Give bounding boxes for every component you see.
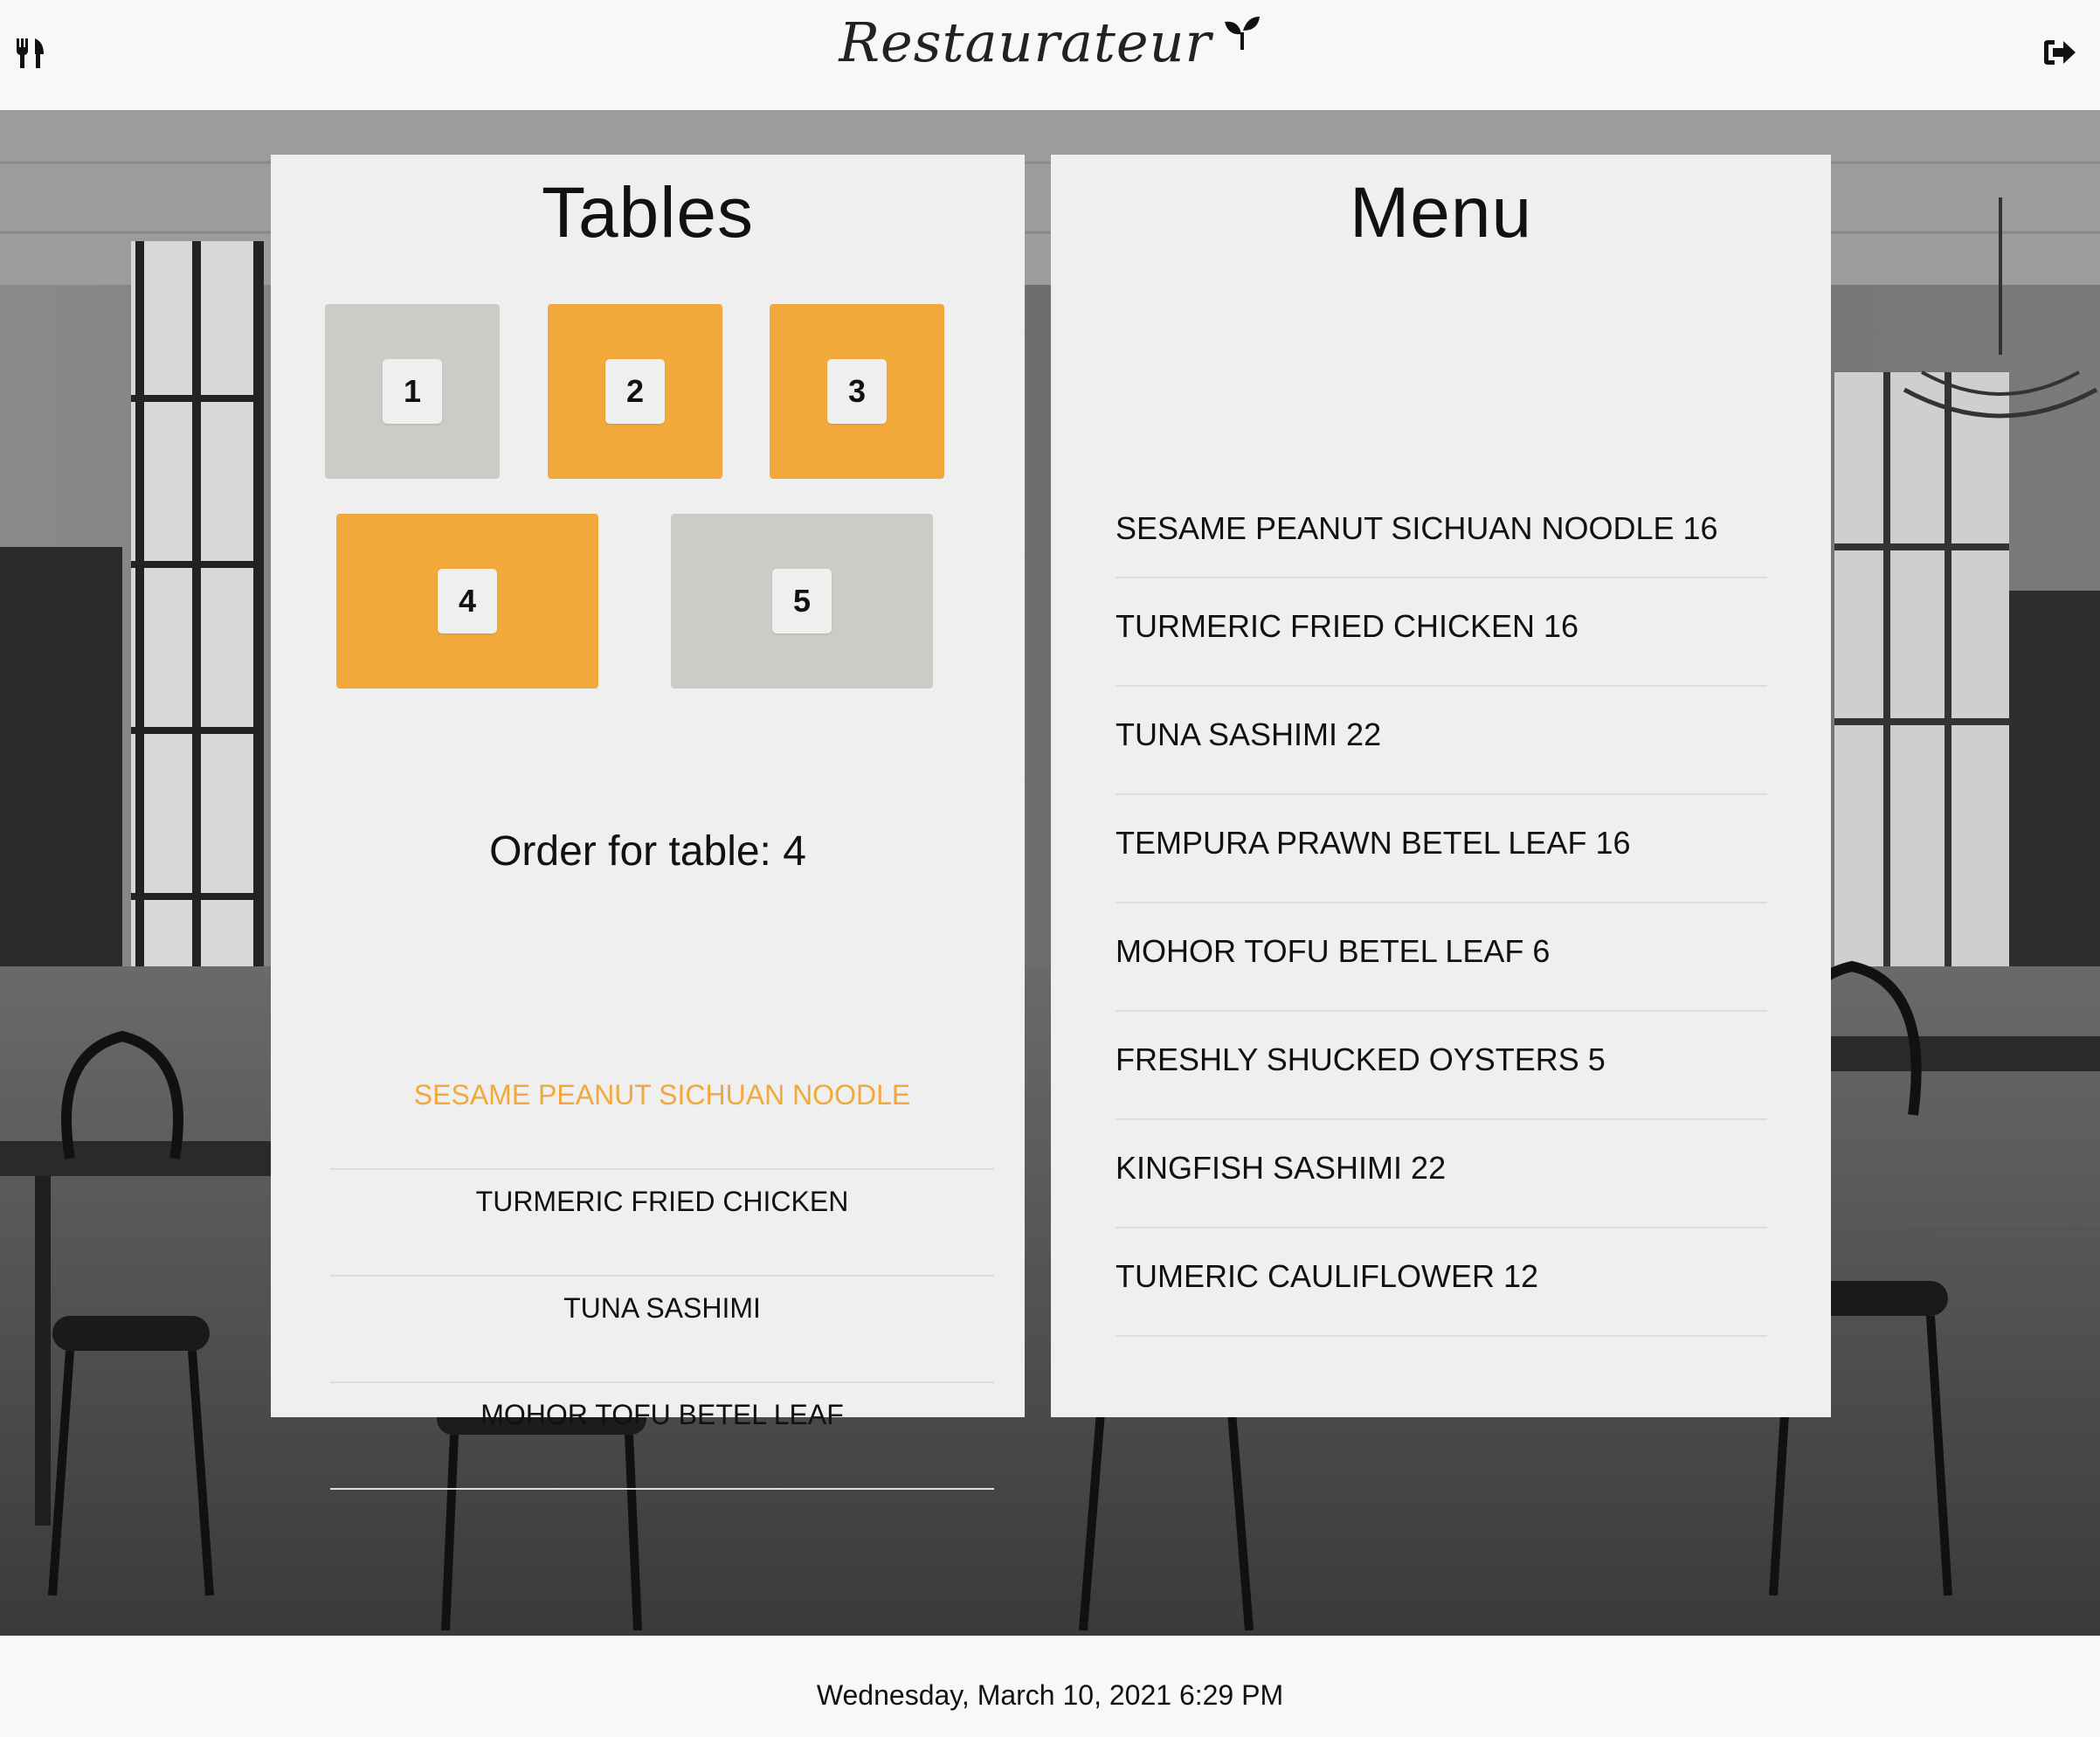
table-number: 5 <box>772 569 832 633</box>
menu-item-name: TUMERIC CAULIFLOWER <box>1116 1258 1496 1294</box>
menu-item[interactable]: MOHOR TOFU BETEL LEAF 6 <box>1116 903 1767 1012</box>
table-number: 2 <box>605 359 665 424</box>
menu-item[interactable]: TUMERIC CAULIFLOWER 12 <box>1116 1228 1767 1337</box>
order-item-label: SESAME PEANUT SICHUAN NOODLE <box>413 1079 911 1111</box>
menu-item-price: 16 <box>1682 510 1718 546</box>
menu-title: Menu <box>1349 173 1533 253</box>
table-tile-4[interactable]: 4 <box>336 514 598 689</box>
menu-item-price: 16 <box>1595 825 1631 861</box>
menu-item[interactable]: TUNA SASHIMI 22 <box>1116 687 1767 795</box>
menu-item-price: 5 <box>1587 1042 1606 1077</box>
logout-icon[interactable] <box>2041 35 2079 70</box>
order-item[interactable]: MOHOR TOFU BETEL LEAF <box>330 1383 994 1490</box>
menu-item[interactable]: TURMERIC FRIED CHICKEN 16 <box>1116 578 1767 687</box>
order-heading: Order for table: 4 <box>489 828 806 875</box>
menu-item-price: 16 <box>1544 608 1579 644</box>
menu-item-name: TEMPURA PRAWN BETEL LEAF <box>1116 825 1587 861</box>
order-list: SESAME PEANUT SICHUAN NOODLE TURMERIC FR… <box>330 1063 994 1490</box>
table-number: 4 <box>438 569 497 633</box>
menu-item[interactable]: KINGFISH SASHIMI 22 <box>1116 1120 1767 1228</box>
tables-panel: Tables 1 2 3 4 5 Order for table: 4 SESA… <box>271 155 1025 1490</box>
menu-item-name: TURMERIC FRIED CHICKEN <box>1116 608 1536 644</box>
table-tile-2[interactable]: 2 <box>548 304 722 479</box>
menu-item[interactable]: FRESHLY SHUCKED OYSTERS 5 <box>1116 1012 1767 1120</box>
footer-bar: Wednesday, March 10, 2021 6:29 PM <box>0 1636 2100 1737</box>
menu-panel: Menu SESAME PEANUT SICHUAN NOODLE 16 TURM… <box>1051 155 1831 1417</box>
menu-item-price: 6 <box>1532 933 1551 969</box>
top-navbar: Restaurateur <box>0 0 2100 110</box>
menu-item-name: MOHOR TOFU BETEL LEAF <box>1116 933 1524 969</box>
order-item[interactable]: SESAME PEANUT SICHUAN NOODLE <box>330 1063 994 1170</box>
order-item-label: TURMERIC FRIED CHICKEN <box>475 1186 849 1217</box>
order-item-label: MOHOR TOFU BETEL LEAF <box>480 1399 844 1430</box>
order-item-label: TUNA SASHIMI <box>563 1292 761 1324</box>
menu-item-name: SESAME PEANUT SICHUAN NOODLE <box>1116 510 1675 546</box>
tables-title: Tables <box>541 173 755 253</box>
menu-item-price: 22 <box>1346 716 1382 752</box>
menu-item-name: KINGFISH SASHIMI <box>1116 1150 1403 1186</box>
menu-item-name: TUNA SASHIMI <box>1116 716 1338 752</box>
table-tile-3[interactable]: 3 <box>770 304 944 479</box>
table-tile-5[interactable]: 5 <box>671 514 933 689</box>
menu-item-name: FRESHLY SHUCKED OYSTERS <box>1116 1042 1579 1077</box>
brand-name: Restaurateur <box>839 10 1212 74</box>
order-item[interactable]: TURMERIC FRIED CHICKEN <box>330 1170 994 1277</box>
menu-item-price: 12 <box>1503 1258 1539 1294</box>
brand-logo[interactable]: Restaurateur <box>0 10 2100 80</box>
leaf-icon <box>1223 15 1261 53</box>
current-datetime: Wednesday, March 10, 2021 6:29 PM <box>816 1679 1284 1711</box>
table-number: 1 <box>383 359 442 424</box>
table-tile-1[interactable]: 1 <box>325 304 500 479</box>
order-item[interactable]: TUNA SASHIMI <box>330 1277 994 1383</box>
table-number: 3 <box>827 359 887 424</box>
menu-item[interactable]: SESAME PEANUT SICHUAN NOODLE 16 <box>1116 479 1767 578</box>
menu-item[interactable]: TEMPURA PRAWN BETEL LEAF 16 <box>1116 795 1767 903</box>
menu-item-price: 22 <box>1411 1150 1447 1186</box>
menu-list: SESAME PEANUT SICHUAN NOODLE 16 TURMERIC … <box>1116 479 1767 1337</box>
